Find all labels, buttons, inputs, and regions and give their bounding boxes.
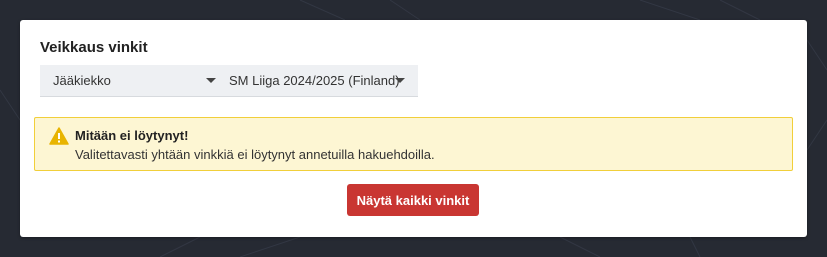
warning-icon bbox=[49, 127, 69, 145]
caret-down-icon bbox=[395, 78, 405, 83]
card-title: Veikkaus vinkit bbox=[40, 39, 148, 56]
caret-down-icon bbox=[206, 78, 216, 83]
alert-title: Mitään ei löytynyt! bbox=[75, 128, 189, 143]
tips-card: Veikkaus vinkit Jääkiekko SM Liiga 2024/… bbox=[20, 20, 807, 237]
alert-message: Valitettavasti yhtään vinkkiä ei löytyny… bbox=[75, 147, 435, 162]
no-results-alert: Mitään ei löytynyt! Valitettavasti yhtää… bbox=[34, 117, 793, 171]
league-select-value: SM Liiga 2024/2025 (Finland) bbox=[229, 73, 400, 88]
sport-select[interactable]: Jääkiekko bbox=[40, 65, 229, 97]
show-all-tips-button[interactable]: Näytä kaikki vinkit bbox=[347, 184, 479, 216]
league-select[interactable]: SM Liiga 2024/2025 (Finland) bbox=[216, 65, 418, 97]
sport-select-value: Jääkiekko bbox=[53, 73, 111, 88]
